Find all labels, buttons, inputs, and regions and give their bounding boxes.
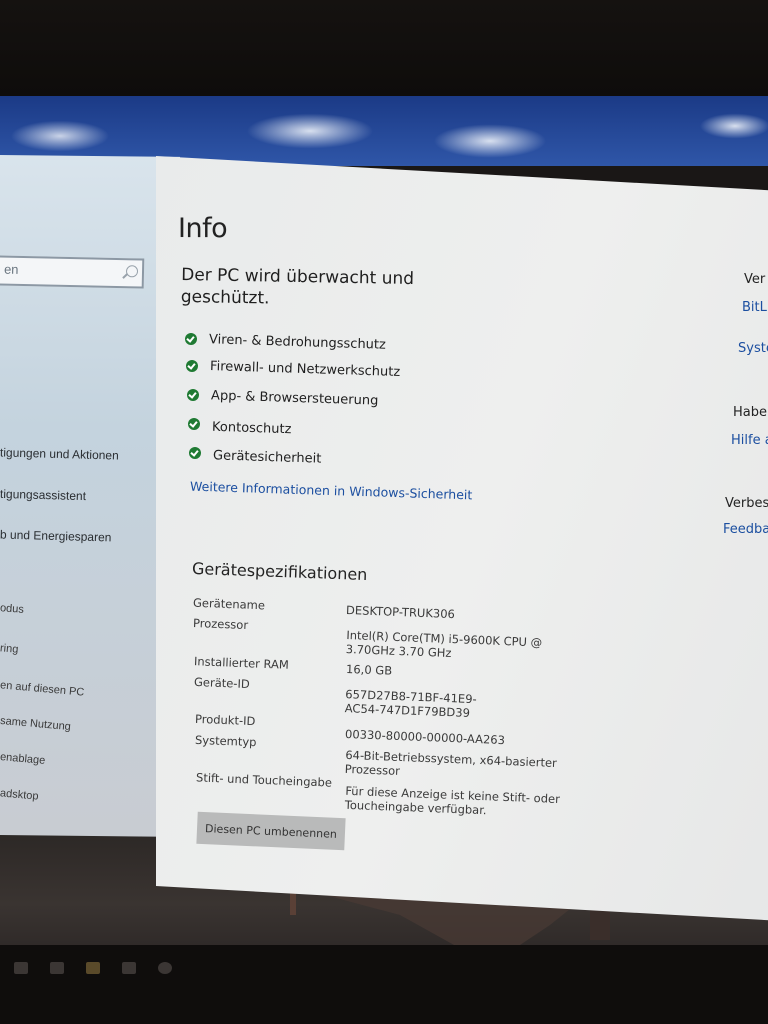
- nav-item-multitasking[interactable]: ring: [0, 642, 19, 656]
- get-help-link[interactable]: Hilfe a: [731, 433, 768, 448]
- related-heading: Ver: [744, 272, 766, 287]
- explorer-icon[interactable]: [86, 962, 100, 974]
- nav-item-tablet-mode[interactable]: odus: [0, 602, 24, 616]
- search-input-value: en: [3, 261, 19, 277]
- spec-key-device-name: Gerätename: [192, 595, 266, 613]
- check-circle-icon: [189, 447, 201, 459]
- nav-item-focus-assist[interactable]: tigungsassistent: [0, 487, 86, 503]
- check-circle-icon: [188, 418, 200, 430]
- feedback-link[interactable]: Feedba: [723, 522, 768, 537]
- protection-item-account: Kontoschutz: [211, 419, 292, 438]
- rename-pc-button[interactable]: Diesen PC umbenennen: [196, 811, 346, 851]
- search-input[interactable]: en: [0, 255, 145, 289]
- check-circle-icon: [187, 389, 199, 401]
- nav-item-power[interactable]: b und Energiesparen: [0, 528, 112, 545]
- taskview-icon[interactable]: [50, 962, 64, 974]
- help-heading: Habe: [733, 405, 767, 420]
- start-icon[interactable]: [14, 962, 28, 974]
- protection-headline-line2: geschützt.: [180, 286, 270, 309]
- spec-key-system-type: Systemtyp: [194, 732, 257, 750]
- bitlocker-link[interactable]: BitL: [742, 300, 767, 315]
- spec-key-product-id: Produkt-ID: [194, 711, 256, 729]
- store-icon[interactable]: [122, 962, 136, 974]
- improve-heading: Verbes: [725, 496, 768, 511]
- spec-key-device-id: Geräte-ID: [193, 674, 250, 692]
- check-circle-icon: [185, 333, 197, 345]
- page-title: Info: [178, 213, 228, 244]
- spec-value-device-id: 657D27B8-71BF-41E9-AC54-747D1F79BD39: [344, 687, 477, 720]
- protection-status-headline: Der PC wird überwacht und geschützt.: [181, 264, 415, 312]
- spec-key-processor: Prozessor: [192, 615, 249, 633]
- system-info-link[interactable]: Syste: [738, 341, 768, 356]
- monitor-bezel: [0, 0, 768, 98]
- taskbar: [0, 945, 768, 1024]
- search-icon[interactable]: [125, 265, 139, 278]
- check-circle-icon: [186, 360, 198, 372]
- settings-icon[interactable]: [158, 962, 172, 974]
